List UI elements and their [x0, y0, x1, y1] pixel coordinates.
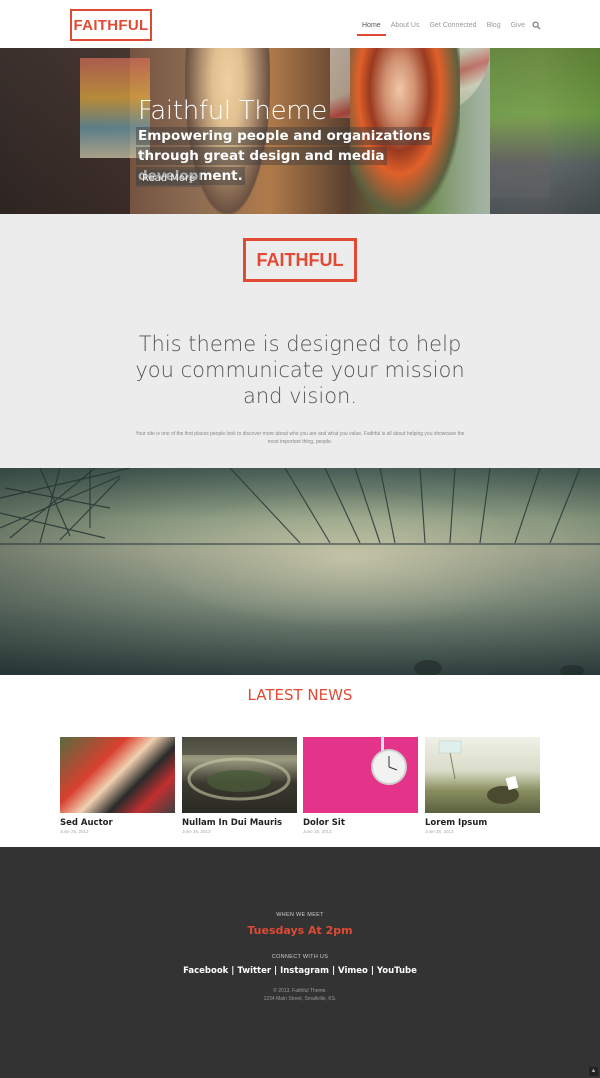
news-card-date: June 25, 2013: [425, 829, 454, 834]
news-card[interactable]: Sed Auctor June 25, 2013: [60, 737, 175, 834]
news-thumbnail-crowd[interactable]: [60, 737, 175, 813]
bridge-image: [0, 468, 600, 675]
nav-blog[interactable]: Blog: [482, 20, 506, 31]
social-links[interactable]: Facebook | Twitter | Instagram | Vimeo |…: [0, 966, 600, 976]
site-logo[interactable]: FAITHFUL: [70, 9, 152, 41]
news-card-title[interactable]: Lorem Ipsum: [425, 818, 540, 828]
connect-label: CONNECT WITH US: [271, 954, 329, 960]
news-card[interactable]: Dolor Sit June 25, 2013: [303, 737, 418, 834]
meet-time: Tuesdays At 2pm: [247, 924, 353, 937]
news-card[interactable]: Nullam In Dui Mauris June 25, 2013: [182, 737, 297, 834]
intro-text: Your site is one of the first places peo…: [135, 431, 465, 445]
search-icon[interactable]: [532, 21, 541, 30]
arrow-up-icon[interactable]: ▲: [589, 1067, 598, 1076]
hero-subtitle-line1: Empowering people and organizations: [136, 127, 433, 145]
meet-label: WHEN WE MEET: [276, 912, 324, 918]
hero-banner: Faithful Theme Empowering people and org…: [0, 48, 600, 214]
stadium-graphic: [182, 737, 297, 801]
copyright: © 2013. Faithful Theme.: [273, 988, 327, 994]
news-thumbnail-clock[interactable]: [303, 737, 418, 813]
site-header: FAITHFUL Home About Us Get Connected Blo…: [0, 0, 600, 48]
intro-logo: FAITHFUL: [243, 238, 357, 282]
bridge-vignette: [0, 468, 600, 675]
hero-title: Faithful Theme: [138, 96, 327, 126]
latest-news-title: LATEST NEWS: [247, 686, 353, 704]
news-card[interactable]: Lorem Ipsum June 25, 2013: [425, 737, 540, 834]
intro-section: FAITHFUL This theme is designed to help …: [0, 214, 600, 468]
latest-news-section: LATEST NEWS Sed Auctor June 25, 2013 Nul…: [0, 675, 600, 847]
news-card-title[interactable]: Nullam In Dui Mauris: [182, 818, 297, 828]
nav-home[interactable]: Home: [357, 20, 386, 36]
news-card-title[interactable]: Dolor Sit: [303, 818, 418, 828]
news-card-date: June 25, 2013: [60, 829, 89, 834]
read-more-button[interactable]: Read More: [136, 170, 202, 187]
snail-graphic: [438, 740, 519, 804]
news-thumbnail-stadium[interactable]: [182, 737, 297, 813]
nav-give[interactable]: Give: [506, 20, 530, 31]
main-nav: Home About Us Get Connected Blog Give: [357, 20, 530, 36]
nav-get-connected[interactable]: Get Connected: [424, 20, 481, 31]
site-footer: WHEN WE MEET Tuesdays At 2pm CONNECT WIT…: [0, 847, 600, 1078]
news-thumbnail-snail[interactable]: [425, 737, 540, 813]
nav-about-us[interactable]: About Us: [386, 20, 425, 31]
hero-bg-passerby: [490, 48, 600, 214]
news-card-title[interactable]: Sed Auctor: [60, 818, 175, 828]
intro-heading: This theme is designed to help you commu…: [135, 332, 465, 408]
clock-graphic: [371, 737, 407, 785]
news-card-date: June 25, 2013: [303, 829, 332, 834]
address: 1234 Main Street, Smallville, KS.: [263, 996, 337, 1002]
news-card-date: June 25, 2013: [182, 829, 211, 834]
